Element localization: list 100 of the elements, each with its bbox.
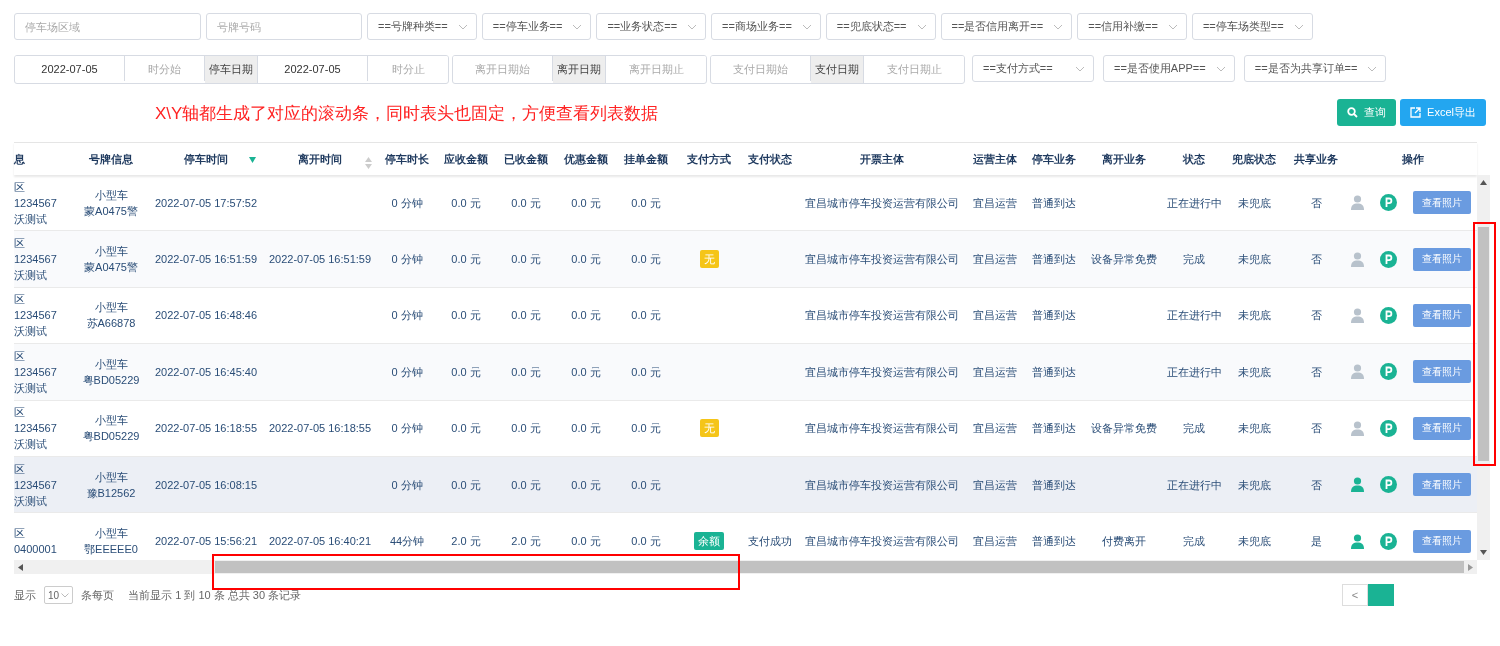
input-field[interactable]: 离开日期始 xyxy=(453,56,553,81)
user-icon[interactable] xyxy=(1351,307,1364,323)
record-summary: 当前显示 1 到 10 条 总共 30 条记录 xyxy=(128,587,302,603)
table-cell-text: 未兜底 xyxy=(1236,421,1272,437)
column-header: 支付方式 xyxy=(686,151,732,167)
table-cell-text: 0.0 元 xyxy=(450,252,482,268)
dropdown[interactable]: ==停车业务== xyxy=(481,13,592,40)
table-cell-text: 2022-07-05 16:51:59 xyxy=(153,252,259,268)
table-cell-text: 未兜底 xyxy=(1236,252,1272,268)
table-cell-text: 区 1234567 沃测试 xyxy=(14,405,58,453)
parking-icon[interactable] xyxy=(1380,194,1397,212)
parking-icon[interactable] xyxy=(1380,476,1397,494)
scroll-left-icon[interactable] xyxy=(18,563,23,571)
table-cell-text: 小型车 粤BD05229 xyxy=(81,413,141,445)
input-field[interactable]: 停车场区域 xyxy=(14,13,201,40)
column-header[interactable]: 停车时间 xyxy=(150,143,262,175)
input-field[interactable]: 号牌号码 xyxy=(206,13,362,40)
vertical-scrollbar[interactable] xyxy=(1477,175,1490,560)
table-cell-text: 未兜底 xyxy=(1236,364,1272,380)
chevron-down-icon xyxy=(1075,65,1085,72)
table-cell-text: 否 xyxy=(1309,364,1323,380)
table-cell-text: 0 分钟 xyxy=(390,195,424,211)
input-field[interactable]: 支付日期始 xyxy=(711,56,811,81)
table-cell-text: 0.0 元 xyxy=(450,364,482,380)
payment-badge: 无 xyxy=(699,250,719,269)
parking-icon[interactable] xyxy=(1380,363,1397,381)
table-cell-text: 未兜底 xyxy=(1236,477,1272,493)
annotation-text: X\Y轴都生成了对应的滚动条，同时表头也固定，方便查看列表数据 xyxy=(155,103,659,125)
dropdown[interactable]: ==支付方式== xyxy=(972,55,1094,82)
table-cell-text: 宜昌城市停车投资运营有限公司 xyxy=(804,364,960,380)
dropdown[interactable]: ==是否信用离开== xyxy=(940,13,1073,40)
table-cell-text: 0.0 元 xyxy=(510,477,542,493)
column-header: 离开业务 xyxy=(1101,151,1147,167)
table-cell-text: 2022-07-05 16:48:46 xyxy=(153,308,259,324)
parking-icon[interactable] xyxy=(1380,306,1397,324)
horizontal-scrollbar[interactable] xyxy=(14,560,1477,574)
column-header: 停车时长 xyxy=(384,151,430,167)
parking-icon[interactable] xyxy=(1380,532,1397,550)
dropdown[interactable]: ==停车场类型== xyxy=(1191,13,1313,40)
table-cell-text: 普通到达 xyxy=(1031,477,1077,493)
user-icon[interactable] xyxy=(1351,195,1364,211)
table-cell-text: 完成 xyxy=(1182,421,1206,437)
table-cell-text: 0.0 元 xyxy=(570,308,602,324)
table-cell-text: 小型车 粤BD05229 xyxy=(81,356,141,388)
table-cell-text: 宜昌运营 xyxy=(972,252,1018,268)
range-label: 离开日期 xyxy=(553,56,606,83)
table-cell-text: 0.0 元 xyxy=(570,252,602,268)
page-size-dropdown[interactable]: 10 xyxy=(44,586,74,604)
previous-page-button[interactable]: < xyxy=(1342,584,1368,606)
date-range-field[interactable]: 离开日期始 离开日期 离开日期止 xyxy=(452,55,707,84)
range-label: 停车日期 xyxy=(205,56,258,83)
column-header: 运营主体 xyxy=(972,151,1018,167)
dropdown[interactable]: ==是否为共享订单== xyxy=(1243,55,1387,82)
table-cell-text: 普通到达 xyxy=(1031,252,1077,268)
table-cell-text: 普通到达 xyxy=(1031,364,1077,380)
table-cell-text: 否 xyxy=(1309,308,1323,324)
scroll-down-icon[interactable] xyxy=(1480,550,1487,555)
scroll-right-icon[interactable] xyxy=(1468,563,1473,571)
table-cell-text: 0.0 元 xyxy=(510,364,542,380)
user-icon[interactable] xyxy=(1351,420,1364,436)
column-header: 已收金额 xyxy=(503,151,549,167)
column-header[interactable]: 离开时间 xyxy=(262,143,378,175)
date-range-field[interactable]: 2022-07-05 时分始 停车日期 2022-07-05 时分止 xyxy=(14,55,449,84)
user-icon[interactable] xyxy=(1351,364,1364,380)
chevron-down-icon xyxy=(572,23,583,30)
chevron-down-icon xyxy=(61,592,70,598)
table-cell-text: 宜昌城市停车投资运营有限公司 xyxy=(804,421,960,437)
user-icon[interactable] xyxy=(1351,251,1364,267)
table-cell-text: 宜昌城市停车投资运营有限公司 xyxy=(804,308,960,324)
table-cell-text: 宜昌城市停车投资运营有限公司 xyxy=(804,534,960,550)
table-cell-text: 0 分钟 xyxy=(390,364,424,380)
table-cell-text: 0 分钟 xyxy=(390,477,424,493)
chevron-down-icon xyxy=(916,23,927,30)
dropdown[interactable]: ==信用补缴== xyxy=(1077,13,1187,40)
date-field[interactable]: 2022-07-05 xyxy=(15,56,125,81)
chevron-down-icon xyxy=(1367,65,1378,72)
table-cell-text: 0 分钟 xyxy=(390,252,424,268)
table-cell-text: 支付成功 xyxy=(747,534,793,550)
dropdown[interactable]: ==兜底状态== xyxy=(825,13,936,40)
table-cell-text: 宜昌运营 xyxy=(972,534,1018,550)
table-cell-text: 普通到达 xyxy=(1031,195,1077,211)
page-size-label: 显示 xyxy=(14,587,36,603)
table-cell-text: 区 1234567 沃测试 xyxy=(14,461,58,509)
table-cell-text: 0.0 元 xyxy=(510,195,542,211)
table-cell-text: 区 1234567 沃测试 xyxy=(14,348,58,396)
user-icon[interactable] xyxy=(1351,533,1364,549)
parking-icon[interactable] xyxy=(1380,250,1397,268)
dropdown[interactable]: ==商场业务== xyxy=(711,13,821,40)
table-cell-text: 0 分钟 xyxy=(390,308,424,324)
table-cell-text: 正在进行中 xyxy=(1165,195,1223,211)
payment-badge: 无 xyxy=(699,419,719,438)
table-cell-text: 2.0 元 xyxy=(510,534,542,550)
scroll-up-icon[interactable] xyxy=(1480,180,1487,185)
table-cell-text: 否 xyxy=(1309,252,1323,268)
parking-icon[interactable] xyxy=(1380,419,1397,437)
user-icon[interactable] xyxy=(1351,477,1364,493)
dropdown[interactable]: ==是否使用APP== xyxy=(1103,55,1235,82)
date-range-field[interactable]: 支付日期始 支付日期 支付日期止 xyxy=(710,55,965,84)
dropdown[interactable]: ==业务状态== xyxy=(596,13,707,40)
dropdown[interactable]: ==号牌种类== xyxy=(367,13,477,40)
